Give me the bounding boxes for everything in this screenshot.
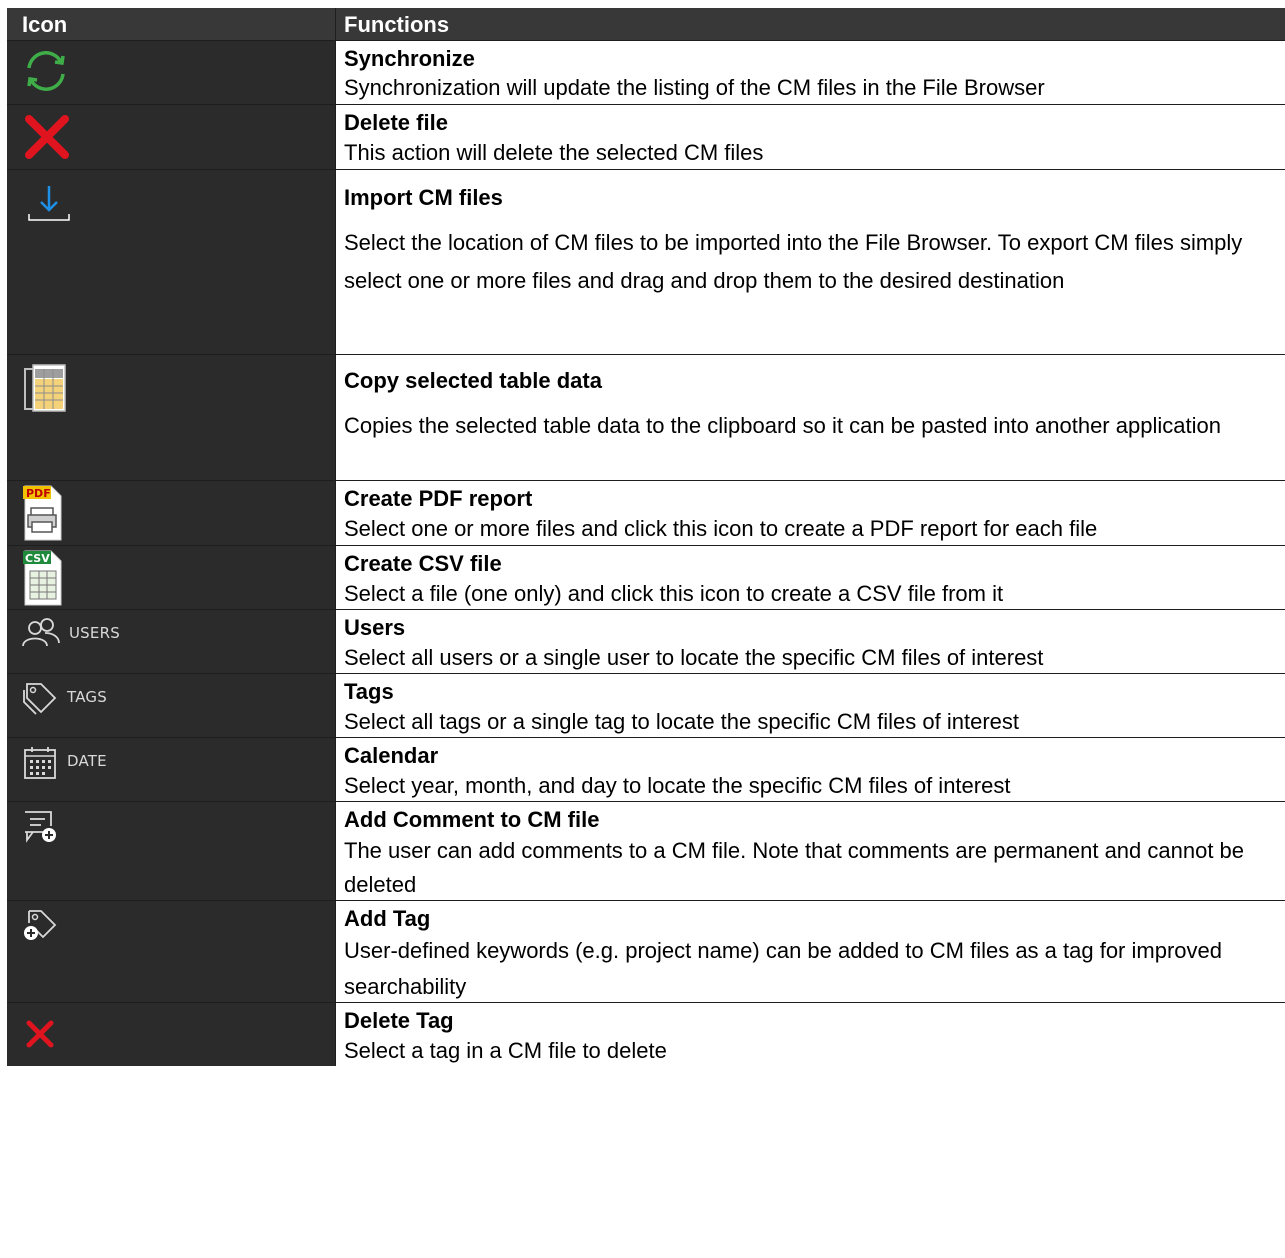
function-title: Calendar bbox=[344, 743, 439, 768]
csv-icon-text: CSV bbox=[25, 552, 50, 565]
table-header: Icon Functions bbox=[7, 8, 1285, 41]
synchronize-icon bbox=[27, 51, 65, 91]
table-row: Synchronize Synchronization will update … bbox=[7, 41, 1285, 105]
function-cell: Create CSV file Select a file (one only)… bbox=[336, 546, 1285, 609]
function-description: Select a tag in a CM file to delete bbox=[344, 1038, 667, 1063]
function-title: Tags bbox=[344, 679, 394, 704]
function-cell: Delete Tag Select a tag in a CM file to … bbox=[336, 1003, 1285, 1066]
table-row: USERS Users Select all users or a single… bbox=[7, 610, 1285, 674]
function-cell: Add Comment to CM file The user can add … bbox=[336, 802, 1285, 900]
table-row: CSV Create CSV file Select a file (one o… bbox=[7, 546, 1285, 610]
icon-cell: USERS bbox=[7, 610, 336, 673]
function-cell: Create PDF report Select one or more fil… bbox=[336, 481, 1285, 545]
icon-cell bbox=[7, 355, 336, 480]
function-description: Select all users or a single user to loc… bbox=[344, 645, 1044, 670]
function-title: Users bbox=[344, 615, 406, 640]
header-icon-label: Icon bbox=[22, 12, 68, 37]
table-row: Import CM files Select the location of C… bbox=[7, 170, 1285, 355]
import-icon bbox=[28, 186, 70, 221]
table-row: Delete file This action will delete the … bbox=[7, 105, 1285, 170]
function-title: Add Tag bbox=[344, 906, 431, 931]
function-cell: Synchronize Synchronization will update … bbox=[336, 41, 1285, 104]
delete-tag-icon bbox=[26, 1020, 54, 1048]
icon-cell bbox=[7, 105, 336, 169]
header-functions-cell: Functions bbox=[336, 8, 1285, 40]
function-description: Select a file (one only) and click this … bbox=[344, 581, 1004, 606]
icon-cell bbox=[7, 901, 336, 1002]
csv-file-icon: CSV bbox=[23, 550, 62, 606]
icon-function-table: Icon Functions Synchronize Synchronizati… bbox=[7, 8, 1285, 1066]
icon-cell: TAGS bbox=[7, 674, 336, 737]
pdf-icon-text: PDF bbox=[26, 487, 51, 500]
users-icon bbox=[22, 618, 60, 647]
function-cell: Tags Select all tags or a single tag to … bbox=[336, 674, 1285, 737]
icon-cell bbox=[7, 41, 336, 104]
table-row: Add Comment to CM file The user can add … bbox=[7, 802, 1285, 901]
add-comment-icon bbox=[25, 811, 56, 843]
users-icon-label: USERS bbox=[69, 624, 120, 642]
function-title: Copy selected table data bbox=[344, 368, 602, 393]
header-icon-cell: Icon bbox=[7, 8, 336, 40]
function-title: Create PDF report bbox=[344, 486, 533, 511]
function-cell: Calendar Select year, month, and day to … bbox=[336, 738, 1285, 801]
function-cell: Copy selected table data Copies the sele… bbox=[336, 355, 1285, 480]
function-description: Copies the selected table data to the cl… bbox=[344, 413, 1221, 438]
date-icon-label: DATE bbox=[67, 752, 107, 770]
pdf-report-icon: PDF bbox=[23, 485, 62, 541]
function-description: Select the location of CM files to be im… bbox=[344, 230, 1243, 293]
table-row: Add Tag User-defined keywords (e.g. proj… bbox=[7, 901, 1285, 1003]
copy-table-icon bbox=[24, 364, 66, 412]
function-title: Delete file bbox=[344, 110, 448, 135]
function-cell: Users Select all users or a single user … bbox=[336, 610, 1285, 673]
function-cell: Delete file This action will delete the … bbox=[336, 105, 1285, 169]
function-title: Create CSV file bbox=[344, 551, 502, 576]
function-description: Synchronization will update the listing … bbox=[344, 75, 1045, 100]
function-description: Select one or more files and click this … bbox=[344, 516, 1098, 541]
delete-file-icon bbox=[25, 115, 69, 159]
table-row: DATE Calendar Select year, month, and da… bbox=[7, 738, 1285, 802]
icon-cell: DATE bbox=[7, 738, 336, 801]
function-title: Add Comment to CM file bbox=[344, 807, 600, 832]
icon-cell: CSV bbox=[7, 546, 336, 609]
table-row: TAGS Tags Select all tags or a single ta… bbox=[7, 674, 1285, 738]
tags-icon-label: TAGS bbox=[67, 688, 107, 706]
function-description: The user can add comments to a CM file. … bbox=[344, 838, 1245, 897]
function-title: Delete Tag bbox=[344, 1008, 454, 1033]
tags-icon bbox=[23, 683, 57, 715]
function-cell: Add Tag User-defined keywords (e.g. proj… bbox=[336, 901, 1285, 1002]
icon-cell bbox=[7, 1003, 336, 1066]
icon-cell: PDF bbox=[7, 481, 336, 545]
function-cell: Import CM files Select the location of C… bbox=[336, 170, 1285, 354]
add-tag-icon bbox=[24, 910, 57, 940]
function-description: Select all tags or a single tag to locat… bbox=[344, 709, 1019, 734]
calendar-icon bbox=[24, 747, 56, 779]
function-description: This action will delete the selected CM … bbox=[344, 140, 764, 165]
icon-cell bbox=[7, 170, 336, 354]
table-row: Delete Tag Select a tag in a CM file to … bbox=[7, 1003, 1285, 1066]
function-description: Select year, month, and day to locate th… bbox=[344, 773, 1011, 798]
function-description: User-defined keywords (e.g. project name… bbox=[344, 938, 1222, 999]
function-title: Synchronize bbox=[344, 46, 475, 71]
header-functions-label: Functions bbox=[344, 12, 450, 37]
function-title: Import CM files bbox=[344, 185, 503, 210]
table-row: PDF Create PDF report Select one or more… bbox=[7, 481, 1285, 546]
icon-cell bbox=[7, 802, 336, 900]
table-row: Copy selected table data Copies the sele… bbox=[7, 355, 1285, 481]
